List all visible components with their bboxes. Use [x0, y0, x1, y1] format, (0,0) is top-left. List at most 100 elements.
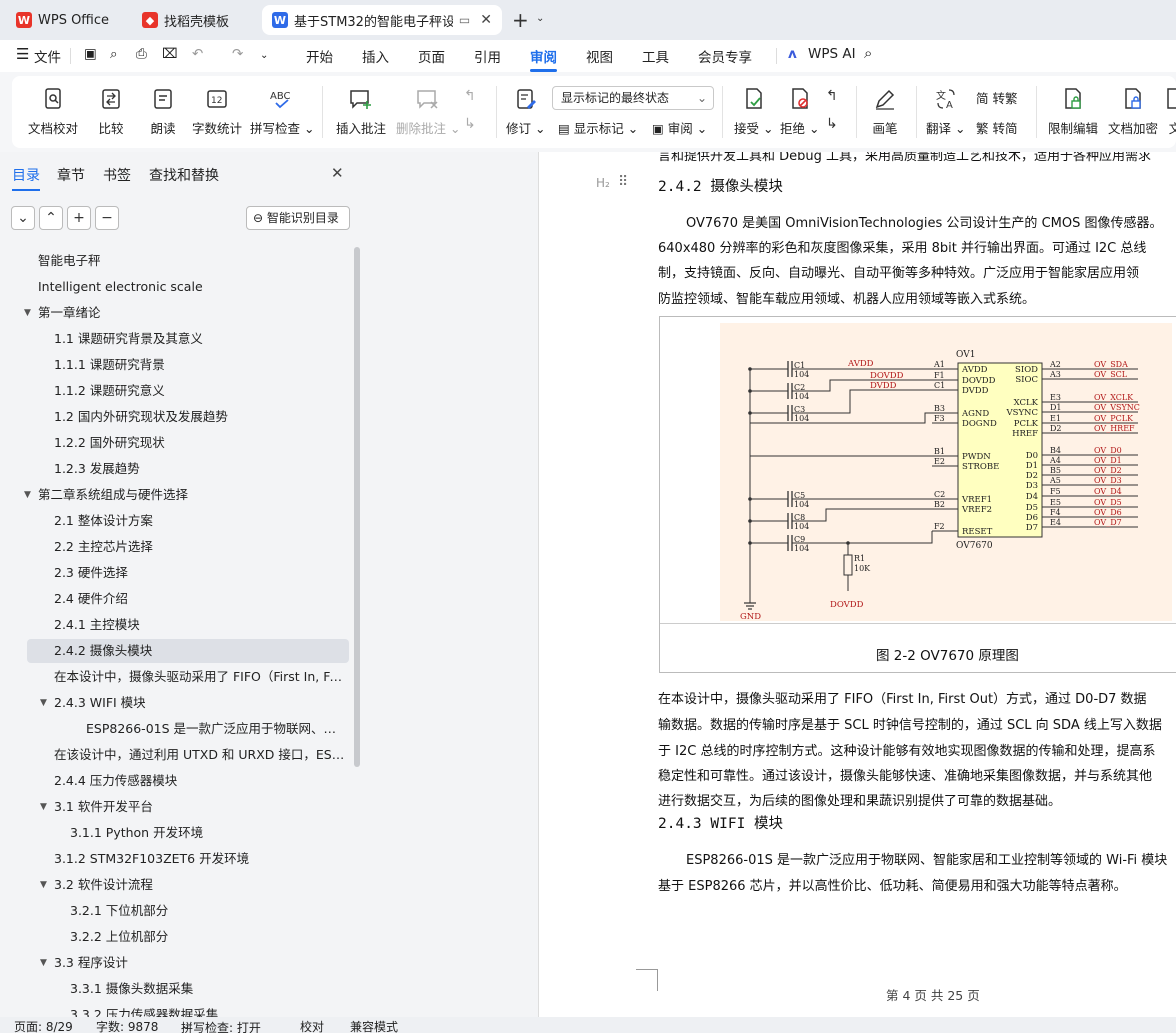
toc-item[interactable]: 2.4 硬件介绍	[54, 587, 345, 611]
menu-page[interactable]: 页面	[418, 46, 445, 66]
print-icon[interactable]: ⎙	[136, 46, 147, 62]
prev-change-icon[interactable]: ↰	[826, 88, 838, 104]
search-icon[interactable]: ⌕	[864, 44, 872, 62]
menu-tools[interactable]: 工具	[642, 46, 669, 66]
word-count[interactable]: 字数: 9878	[96, 1018, 158, 1033]
menu-insert[interactable]: 插入	[362, 46, 389, 66]
expand-arrow-icon[interactable]: ▼	[40, 691, 47, 715]
accept-button[interactable]: 接受 ⌄	[734, 86, 773, 137]
word-count-button[interactable]: 12 字数统计	[192, 86, 242, 137]
toc-item[interactable]: 3.2 软件设计流程	[54, 873, 345, 897]
toc-item[interactable]: 3.1 软件开发平台	[54, 795, 345, 819]
toc-item[interactable]: 2.4.4 压力传感器模块	[54, 769, 345, 793]
page-indicator[interactable]: 页面: 8/29	[14, 1018, 73, 1033]
pen-button[interactable]: 画笔	[872, 86, 898, 137]
expand-arrow-icon[interactable]: ▼	[40, 795, 47, 819]
spell-check-button[interactable]: ABC 拼写检查 ⌄	[250, 86, 314, 137]
toc-item[interactable]: 在本设计中，摄像头驱动采用了 FIFO（First In, Firs ...	[54, 665, 345, 689]
monitor-icon[interactable]: ▭	[459, 13, 470, 27]
tab-template[interactable]: ◆ 找稻壳模板	[132, 5, 254, 35]
close-icon[interactable]: ✕	[480, 12, 492, 28]
collapse-up-button[interactable]: ⌃	[39, 206, 63, 230]
toc-item[interactable]: 第一章绪论	[38, 301, 345, 325]
hamburger-icon[interactable]: ☰	[16, 45, 29, 63]
toc-item[interactable]: 1.2.2 国外研究现状	[54, 431, 345, 455]
expand-arrow-icon[interactable]: ▼	[24, 301, 31, 325]
toc-item[interactable]: 2.3 硬件选择	[54, 561, 345, 585]
remove-heading-button[interactable]: −	[95, 206, 119, 230]
insert-comment-button[interactable]: 插入批注	[336, 86, 386, 137]
new-tab-icon[interactable]: +	[512, 8, 529, 32]
print-preview-icon[interactable]: ⌧	[162, 46, 178, 62]
wps-ai-icon[interactable]: ᴧ	[788, 46, 797, 62]
revise-button[interactable]: 修订 ⌄	[506, 86, 545, 137]
toc-scrollbar[interactable]	[354, 247, 360, 767]
add-heading-button[interactable]: +	[67, 206, 91, 230]
doc-check-button[interactable]: 文档校对	[28, 86, 78, 137]
toc-item[interactable]: 1.1.1 课题研究背景	[54, 353, 345, 377]
share-icon[interactable]: ⌕	[110, 46, 118, 62]
toc-item[interactable]: 3.3.1 摄像头数据采集	[70, 977, 345, 1001]
toc-item[interactable]: 在该设计中，通过利用 UTXD 和 URXD 接口，ESP8 ...	[54, 743, 345, 767]
toc-item[interactable]: 第二章系统组成与硬件选择	[38, 483, 345, 507]
toc-item[interactable]: Intelligent electronic scale	[38, 275, 345, 299]
toc-item[interactable]: 1.2 国内外研究现状及发展趋势	[54, 405, 345, 429]
expand-arrow-icon[interactable]: ▼	[40, 873, 47, 897]
smart-toc-button[interactable]: ⊖ 智能识别目录	[246, 206, 350, 230]
drag-handle-icon[interactable]: ⠿	[618, 174, 628, 190]
toc-item[interactable]: 3.2.1 下位机部分	[70, 899, 345, 923]
toc-item[interactable]: 2.1 整体设计方案	[54, 509, 345, 533]
close-pane-icon[interactable]: ✕	[331, 164, 344, 182]
compare-button[interactable]: 比较	[98, 86, 124, 137]
restrict-edit-button[interactable]: 限制编辑	[1048, 86, 1098, 137]
trad-to-simp-button[interactable]: 繁 转简	[976, 118, 1017, 137]
menu-start[interactable]: 开始	[306, 46, 333, 66]
toc-item[interactable]: 3.1.2 STM32F103ZET6 开发环境	[54, 847, 345, 871]
tab-bookmarks[interactable]: 书签	[103, 165, 131, 185]
simp-to-trad-button[interactable]: 简 转繁	[976, 88, 1017, 107]
toc-item[interactable]: 2.4.2 摄像头模块	[27, 639, 349, 663]
toc-item[interactable]: 3.3.2 压力传感器数据采集	[70, 1003, 345, 1017]
chevron-down-icon[interactable]: ⌄	[260, 50, 268, 61]
toc-item[interactable]: 1.1.2 课题研究意义	[54, 379, 345, 403]
expand-down-button[interactable]: ⌄	[11, 206, 35, 230]
heading-level-marker[interactable]: H₂	[596, 176, 610, 190]
doc-encrypt-button[interactable]: 文档加密	[1108, 86, 1158, 137]
menu-review[interactable]: 审阅	[530, 46, 557, 72]
chevron-down-icon[interactable]: ⌄	[536, 13, 544, 24]
expand-arrow-icon[interactable]: ▼	[24, 483, 31, 507]
document-canvas[interactable]: 言和提供开发工具和 Debug 工具，采用高质量制造工艺和技术，适用于各种应用需…	[540, 152, 1176, 1017]
save-icon[interactable]: ▣	[84, 46, 97, 62]
toc-item[interactable]: ESP8266-01S 是一款广泛应用于物联网、智 ...	[86, 717, 345, 741]
toc-item[interactable]: 3.2.2 上位机部分	[70, 925, 345, 949]
menu-view[interactable]: 视图	[586, 46, 613, 66]
toc-item[interactable]: 2.4.3 WIFI 模块	[54, 691, 345, 715]
menu-wps-ai[interactable]: WPS AI	[808, 46, 856, 62]
translate-button[interactable]: 文A 翻译 ⌄	[926, 86, 965, 137]
read-aloud-button[interactable]: 朗读	[150, 86, 176, 137]
tab-find-replace[interactable]: 查找和替换	[149, 165, 219, 185]
more-button[interactable]: 文	[1162, 86, 1176, 137]
menu-member[interactable]: 会员专享	[698, 46, 752, 66]
spell-check-status[interactable]: 拼写检查: 打开 ⌄	[181, 1018, 261, 1033]
menu-reference[interactable]: 引用	[474, 46, 501, 66]
delete-comment-button[interactable]: 删除批注 ⌄	[396, 86, 460, 137]
redo-icon[interactable]: ↷	[232, 46, 243, 62]
next-comment-icon[interactable]: ↳	[464, 116, 476, 132]
markup-display-select[interactable]: 显示标记的最终状态 ⌄	[552, 86, 714, 110]
toc-item[interactable]: 智能电子秤	[38, 249, 345, 273]
tab-chapters[interactable]: 章节	[57, 165, 85, 185]
show-markup-button[interactable]: ▤ 显示标记 ⌄	[558, 118, 638, 137]
toc-item[interactable]: 1.2.3 发展趋势	[54, 457, 345, 481]
expand-arrow-icon[interactable]: ▼	[40, 951, 47, 975]
tab-wps-office[interactable]: W WPS Office	[6, 5, 122, 35]
prev-comment-icon[interactable]: ↰	[464, 88, 476, 104]
toc-item[interactable]: 1.1 课题研究背景及其意义	[54, 327, 345, 351]
next-change-icon[interactable]: ↳	[826, 116, 838, 132]
reject-button[interactable]: 拒绝 ⌄	[780, 86, 819, 137]
tab-toc[interactable]: 目录	[12, 165, 40, 191]
menu-file[interactable]: 文件	[34, 46, 61, 66]
undo-icon[interactable]: ↶	[192, 46, 203, 62]
toc-item[interactable]: 2.4.1 主控模块	[54, 613, 345, 637]
tab-document[interactable]: W 基于STM32的智能电子秤设计 ▭ ✕	[262, 5, 502, 35]
